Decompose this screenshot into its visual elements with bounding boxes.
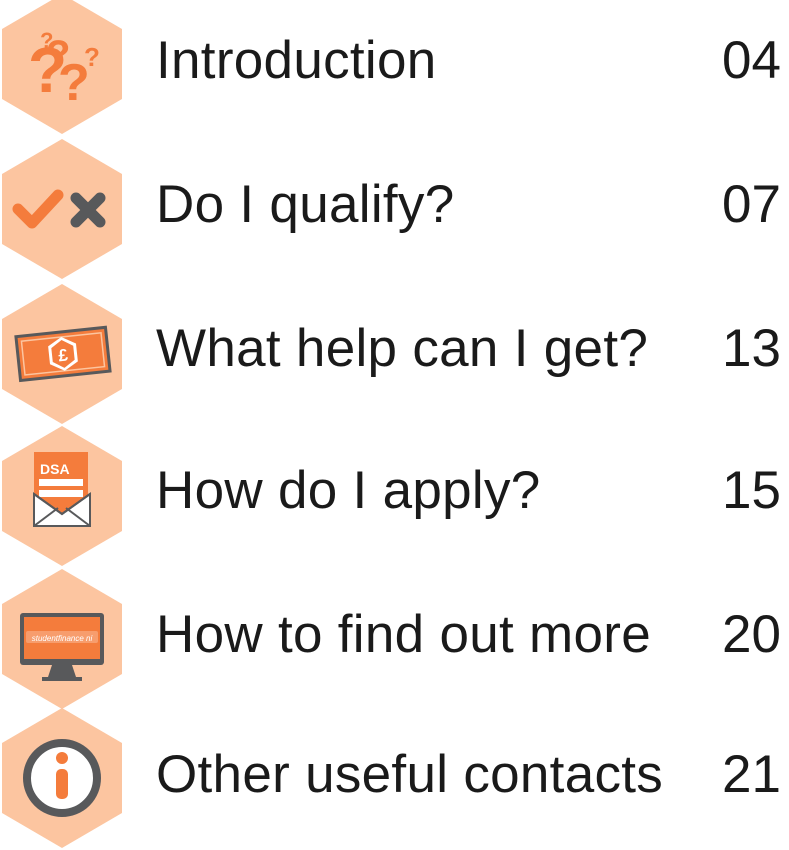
toc-page-number[interactable]: 20 [722, 604, 781, 665]
toc-title[interactable]: Do I qualify? [156, 174, 455, 235]
toc-item-what-help[interactable]: £ What help can I get? 13 [0, 282, 789, 426]
toc-title[interactable]: What help can I get? [156, 318, 648, 379]
toc-page-number[interactable]: 21 [722, 744, 781, 805]
toc-title[interactable]: How to find out more [156, 604, 651, 665]
computer-monitor-icon: studentfinance ni [0, 567, 124, 711]
toc-page-number[interactable]: 13 [722, 318, 781, 379]
banknote-icon: £ [0, 282, 124, 426]
info-icon [0, 706, 124, 850]
svg-text:?: ? [40, 28, 53, 53]
toc-title[interactable]: Other useful contacts [156, 744, 663, 805]
table-of-contents: ? ? ? ? ? Introduction 04 Do I qualify? … [0, 0, 789, 848]
toc-page-number[interactable]: 04 [722, 30, 781, 91]
toc-item-how-do-i-apply[interactable]: DSA How do I apply? 15 [0, 424, 789, 568]
svg-text:?: ? [84, 42, 100, 72]
tick-cross-icon [0, 137, 124, 281]
toc-item-do-i-qualify[interactable]: Do I qualify? 07 [0, 137, 789, 281]
toc-item-introduction[interactable]: ? ? ? ? ? Introduction 04 [0, 0, 789, 136]
toc-item-find-out-more[interactable]: studentfinance ni How to find out more 2… [0, 567, 789, 711]
question-marks-icon: ? ? ? ? ? [0, 0, 124, 136]
toc-item-useful-contacts[interactable]: Other useful contacts 21 [0, 706, 789, 850]
toc-page-number[interactable]: 07 [722, 174, 781, 235]
envelope-form-icon: DSA [0, 424, 124, 568]
toc-title[interactable]: Introduction [156, 30, 437, 91]
monitor-screen-label: studentfinance ni [32, 634, 93, 643]
dsa-form-label: DSA [40, 461, 70, 477]
toc-page-number[interactable]: 15 [722, 460, 781, 521]
toc-title[interactable]: How do I apply? [156, 460, 541, 521]
